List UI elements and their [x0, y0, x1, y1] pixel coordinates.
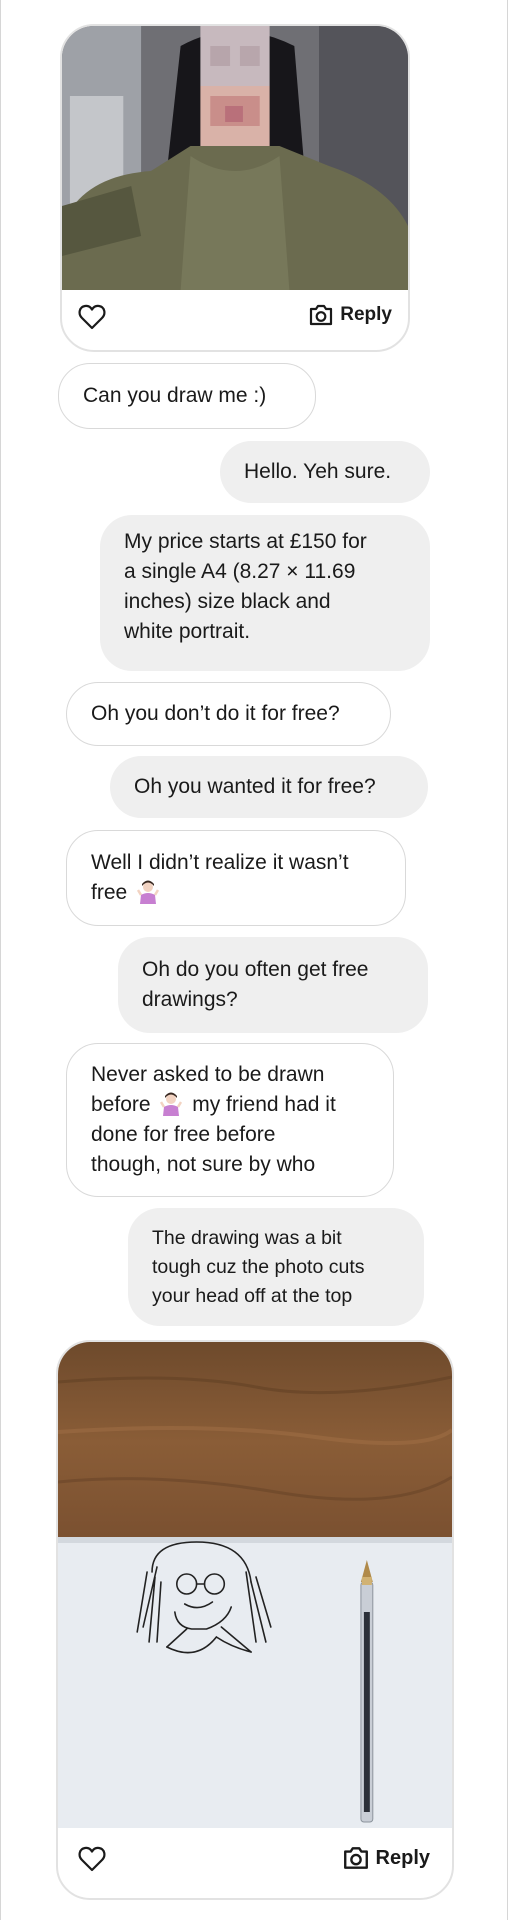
reply-button[interactable]: Reply — [308, 303, 392, 327]
person-shrugging-emoji — [137, 880, 160, 904]
message-outgoing[interactable]: My price starts at £150 for a single A4 … — [100, 515, 430, 671]
message-outgoing[interactable]: Oh do you often get free drawings? — [118, 937, 428, 1033]
message-outgoing[interactable]: Oh you wanted it for free? — [110, 756, 428, 818]
message-line: inches) size black and — [124, 590, 331, 613]
message-line: a single A4 (8.27 × 11.69 — [124, 560, 356, 583]
message-outgoing[interactable]: Hello. Yeh sure. — [220, 441, 430, 503]
story-card-selfie[interactable]: Reply — [60, 24, 410, 352]
message-line: Oh do you often get free — [142, 958, 369, 981]
message-incoming[interactable]: Can you draw me :) — [58, 363, 316, 429]
message-line: Well I didn’t realize it wasn’t — [91, 851, 349, 874]
drawing-on-paper-image — [58, 1342, 452, 1828]
like-button[interactable] — [78, 304, 108, 332]
message-line: My price starts at £150 for — [124, 530, 367, 553]
message-outgoing[interactable]: The drawing was a bit tough cuz the phot… — [128, 1208, 424, 1326]
camera-icon — [310, 304, 333, 326]
reply-button[interactable]: Reply — [342, 1845, 430, 1871]
story-card-drawing[interactable]: Reply — [56, 1340, 454, 1900]
message-text: Can you draw me :) — [83, 384, 267, 407]
blurred-selfie-image — [62, 26, 408, 290]
message-incoming[interactable]: Oh you don’t do it for free? — [66, 682, 391, 746]
message-line: before my friend had it — [91, 1092, 336, 1116]
message-incoming[interactable]: Well I didn’t realize it wasn’t free — [66, 830, 406, 926]
heart-icon — [78, 304, 106, 330]
drawing-photo[interactable] — [58, 1342, 452, 1828]
camera-icon — [343, 1847, 368, 1869]
message-line: free — [91, 878, 163, 908]
reply-label: Reply — [375, 1846, 430, 1869]
message-line: tough cuz the photo cuts — [152, 1255, 365, 1278]
message-text: Oh you wanted it for free? — [134, 775, 376, 798]
person-shrugging-emoji — [160, 1092, 183, 1116]
message-line: The drawing was a bit — [152, 1226, 342, 1249]
heart-icon — [78, 1846, 106, 1872]
message-line: Never asked to be drawn — [91, 1063, 325, 1086]
message-incoming[interactable]: Never asked to be drawn before my friend… — [66, 1043, 394, 1197]
message-line: your head off at the top — [152, 1284, 353, 1307]
reply-label: Reply — [340, 304, 392, 325]
like-button[interactable] — [78, 1846, 108, 1874]
selfie-photo[interactable] — [62, 26, 408, 290]
message-line: done for free before — [91, 1123, 276, 1146]
message-line: drawings? — [142, 988, 238, 1011]
message-text: Hello. Yeh sure. — [244, 460, 392, 483]
message-line: white portrait. — [124, 620, 251, 643]
message-text: Oh you don’t do it for free? — [91, 702, 340, 725]
message-line: though, not sure by who — [91, 1153, 316, 1176]
